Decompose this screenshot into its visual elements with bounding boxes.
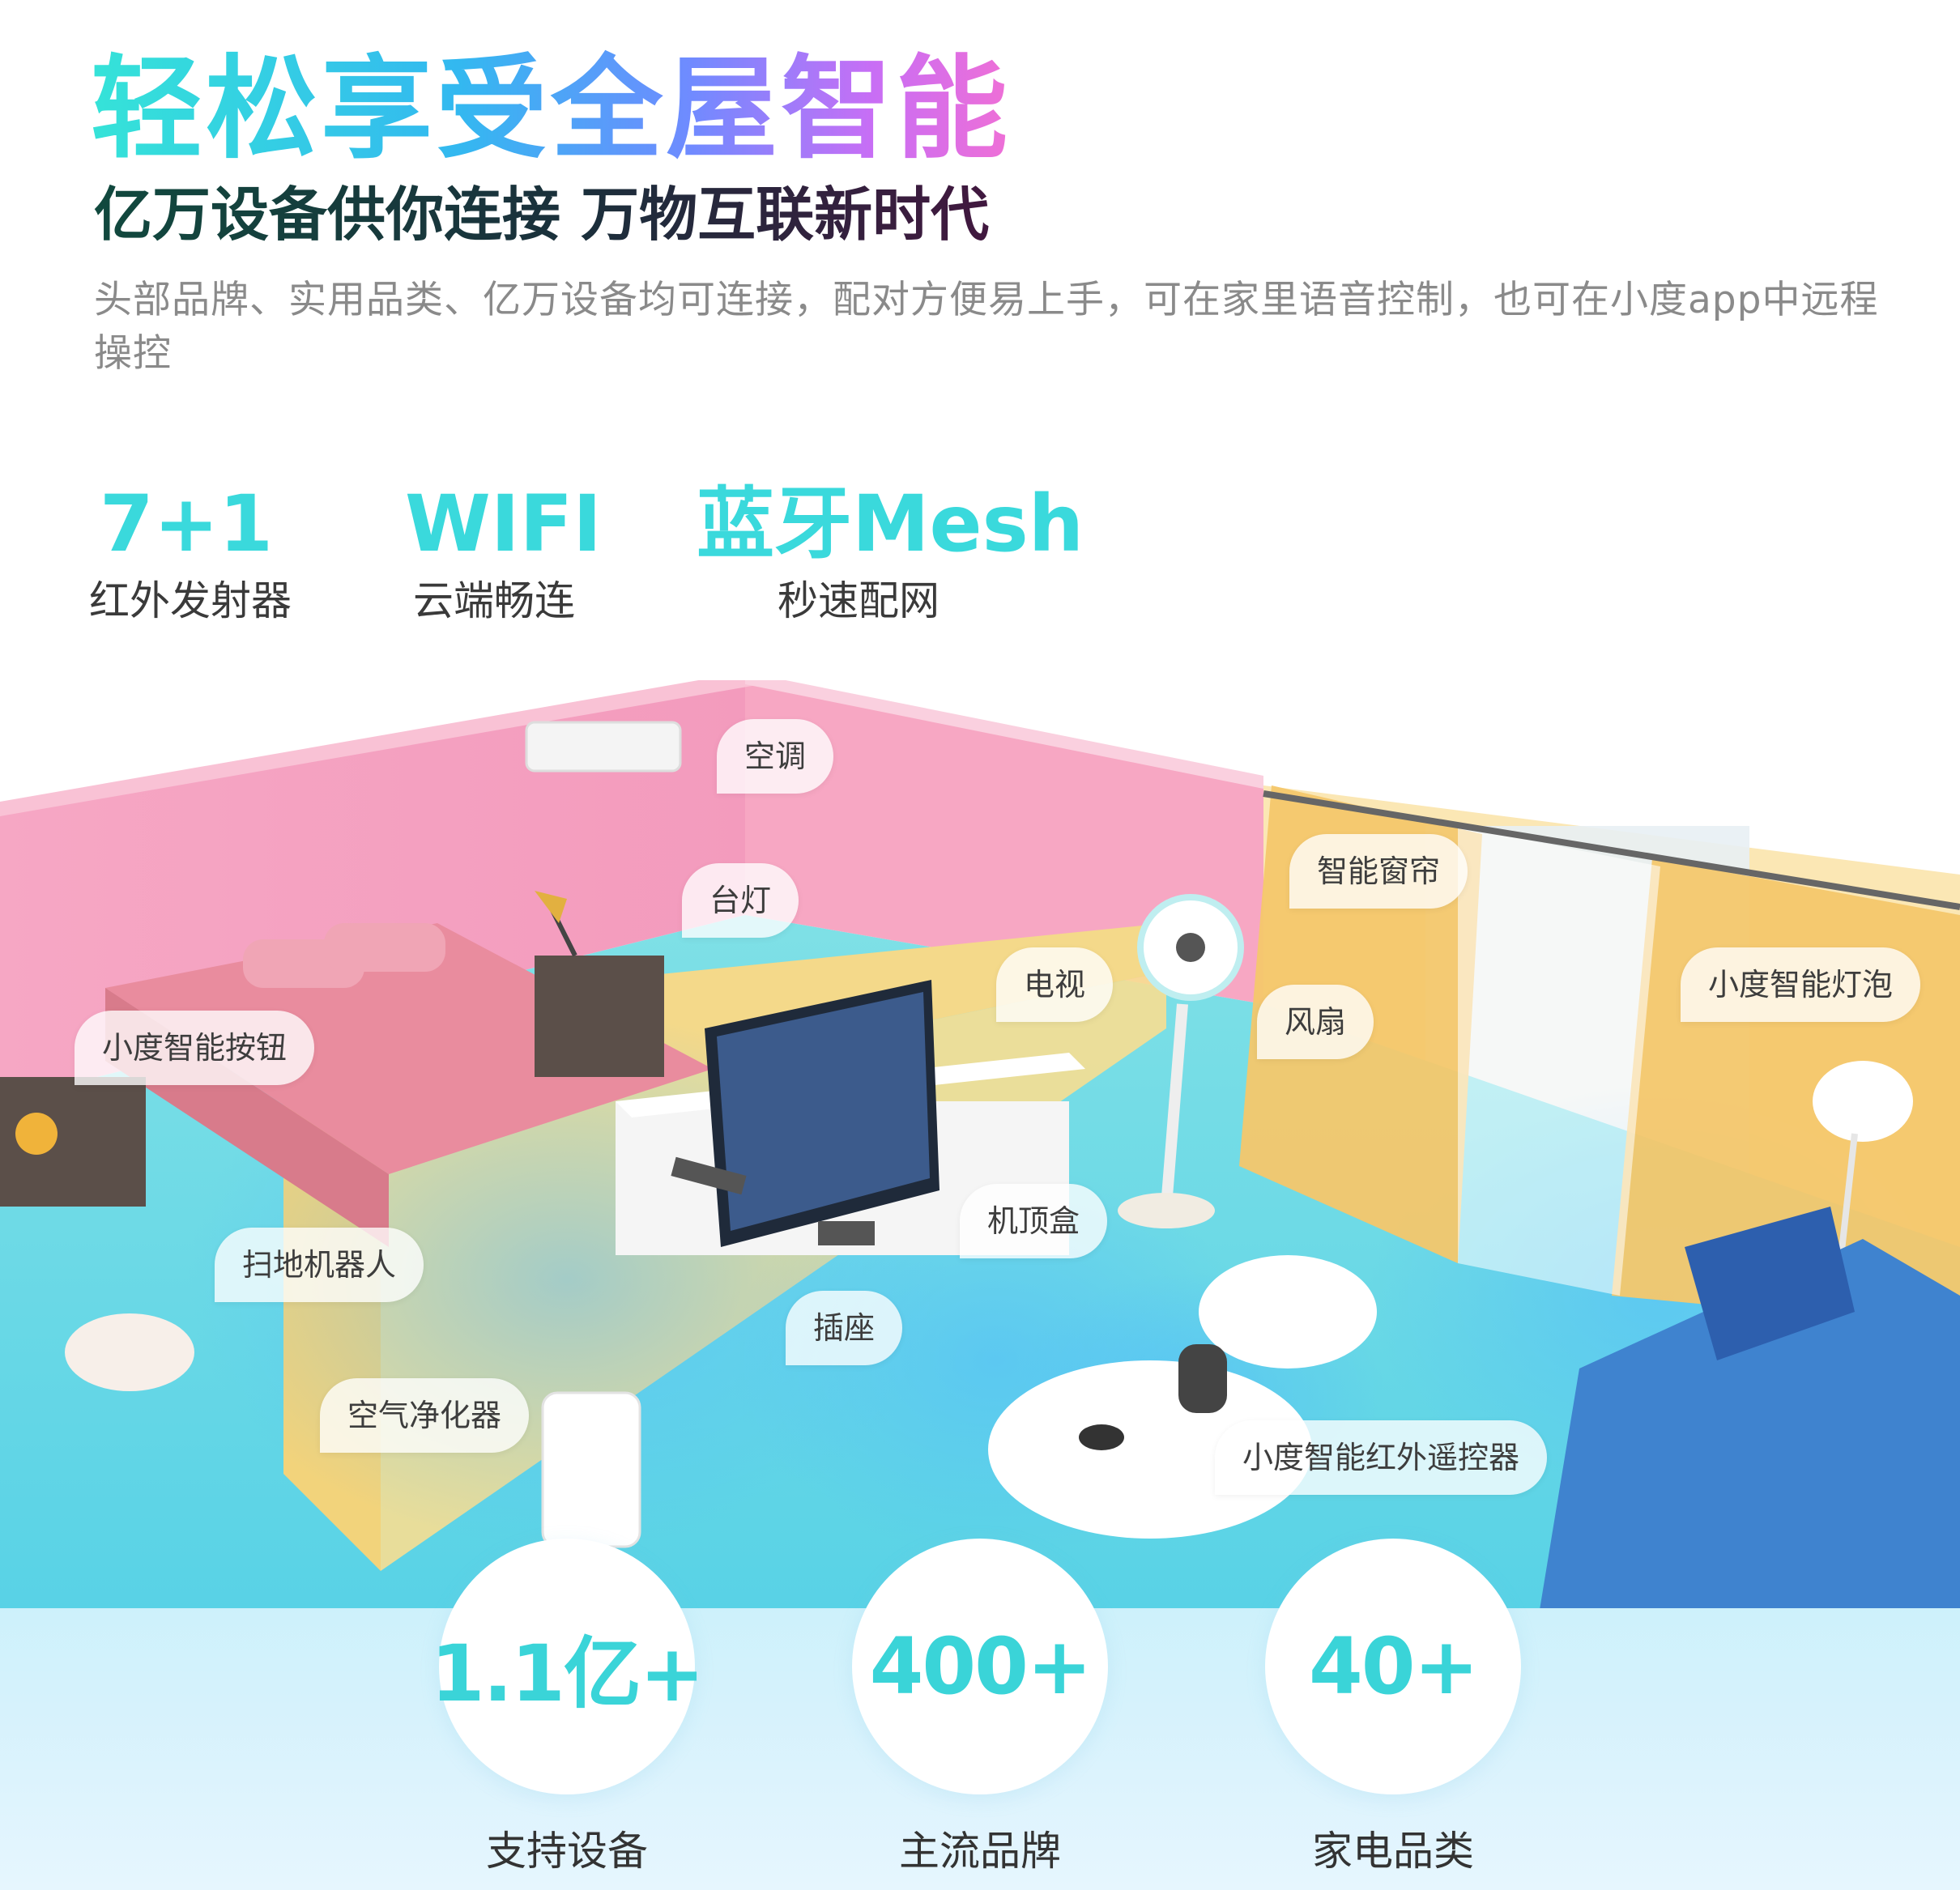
feature-value: 蓝牙Mesh bbox=[697, 479, 1084, 569]
page-description: 头部品牌、实用品类、亿万设备均可连接，配对方便易上手，可在家里语音控制，也可在小… bbox=[94, 278, 1879, 376]
callout-smart-curtain: 智能窗帘 bbox=[1289, 834, 1468, 909]
callout-smart-button: 小度智能按钮 bbox=[75, 1011, 315, 1085]
stat-label: 主流品牌 bbox=[899, 1828, 1061, 1875]
page-title: 轻松享受全屋智能 bbox=[91, 44, 1012, 174]
feature-value: WIFI bbox=[405, 479, 602, 569]
callout-air-purifier: 空气净化器 bbox=[320, 1378, 530, 1453]
stat-circle: 1.1亿+ bbox=[431, 1539, 705, 1794]
smart-speaker bbox=[1178, 1344, 1227, 1413]
stat-circle: 40+ bbox=[1265, 1539, 1521, 1794]
feature-bluetooth-mesh: 蓝牙Mesh 秒速配网 bbox=[697, 479, 1084, 633]
room-illustration bbox=[0, 680, 1960, 1615]
stat-label: 支持设备 bbox=[486, 1828, 648, 1875]
stat-categories: 40+ 家电品类 bbox=[1263, 1539, 1523, 1877]
feature-label: 红外发射器 bbox=[89, 577, 292, 624]
callout-desk-lamp: 台灯 bbox=[682, 863, 799, 938]
callout-tv: 电视 bbox=[996, 947, 1114, 1022]
feature-ir-emitter: 7+1 红外发射器 bbox=[89, 479, 292, 633]
stat-circle: 400+ bbox=[852, 1539, 1108, 1794]
callout-socket: 插座 bbox=[786, 1291, 903, 1365]
stat-supported-devices: 1.1亿+ 支持设备 bbox=[431, 1539, 705, 1877]
feature-wifi: WIFI 云端畅连 bbox=[405, 479, 602, 633]
callout-fan: 风扇 bbox=[1257, 985, 1374, 1059]
stat-value: 40+ bbox=[1308, 1621, 1479, 1712]
stat-value: 1.1亿+ bbox=[430, 1628, 705, 1719]
floor-lamp bbox=[1813, 1061, 1913, 1142]
air-purifier bbox=[541, 1391, 641, 1548]
robot-vacuum bbox=[65, 1313, 194, 1391]
callout-smart-bulb: 小度智能灯泡 bbox=[1681, 947, 1921, 1022]
nightstand bbox=[535, 956, 664, 1077]
stat-value: 400+ bbox=[869, 1621, 1093, 1712]
callout-air-conditioner: 空调 bbox=[717, 719, 834, 794]
smart-home-room-scene: 空调 台灯 智能窗帘 电视 风扇 小度智能灯泡 小度智能按钮 机顶盒 扫地机器人… bbox=[0, 680, 1960, 1615]
stat-label: 家电品类 bbox=[1312, 1828, 1474, 1875]
ir-remote-device bbox=[1079, 1424, 1124, 1450]
stat-brands: 400+ 主流品牌 bbox=[850, 1539, 1110, 1877]
feature-label: 秒速配网 bbox=[778, 577, 940, 624]
callout-set-top-box: 机顶盒 bbox=[960, 1184, 1108, 1258]
feature-label: 云端畅连 bbox=[413, 577, 575, 624]
feature-value: 7+1 bbox=[99, 479, 274, 569]
side-table bbox=[1199, 1255, 1377, 1369]
callout-ir-remote: 小度智能红外遥控器 bbox=[1215, 1420, 1548, 1495]
page-subtitle: 亿万设备供你连接 万物互联新时代 bbox=[94, 181, 990, 249]
air-conditioner bbox=[525, 721, 682, 773]
callout-robot-vacuum: 扫地机器人 bbox=[215, 1228, 424, 1302]
set-top-box bbox=[818, 1221, 875, 1245]
